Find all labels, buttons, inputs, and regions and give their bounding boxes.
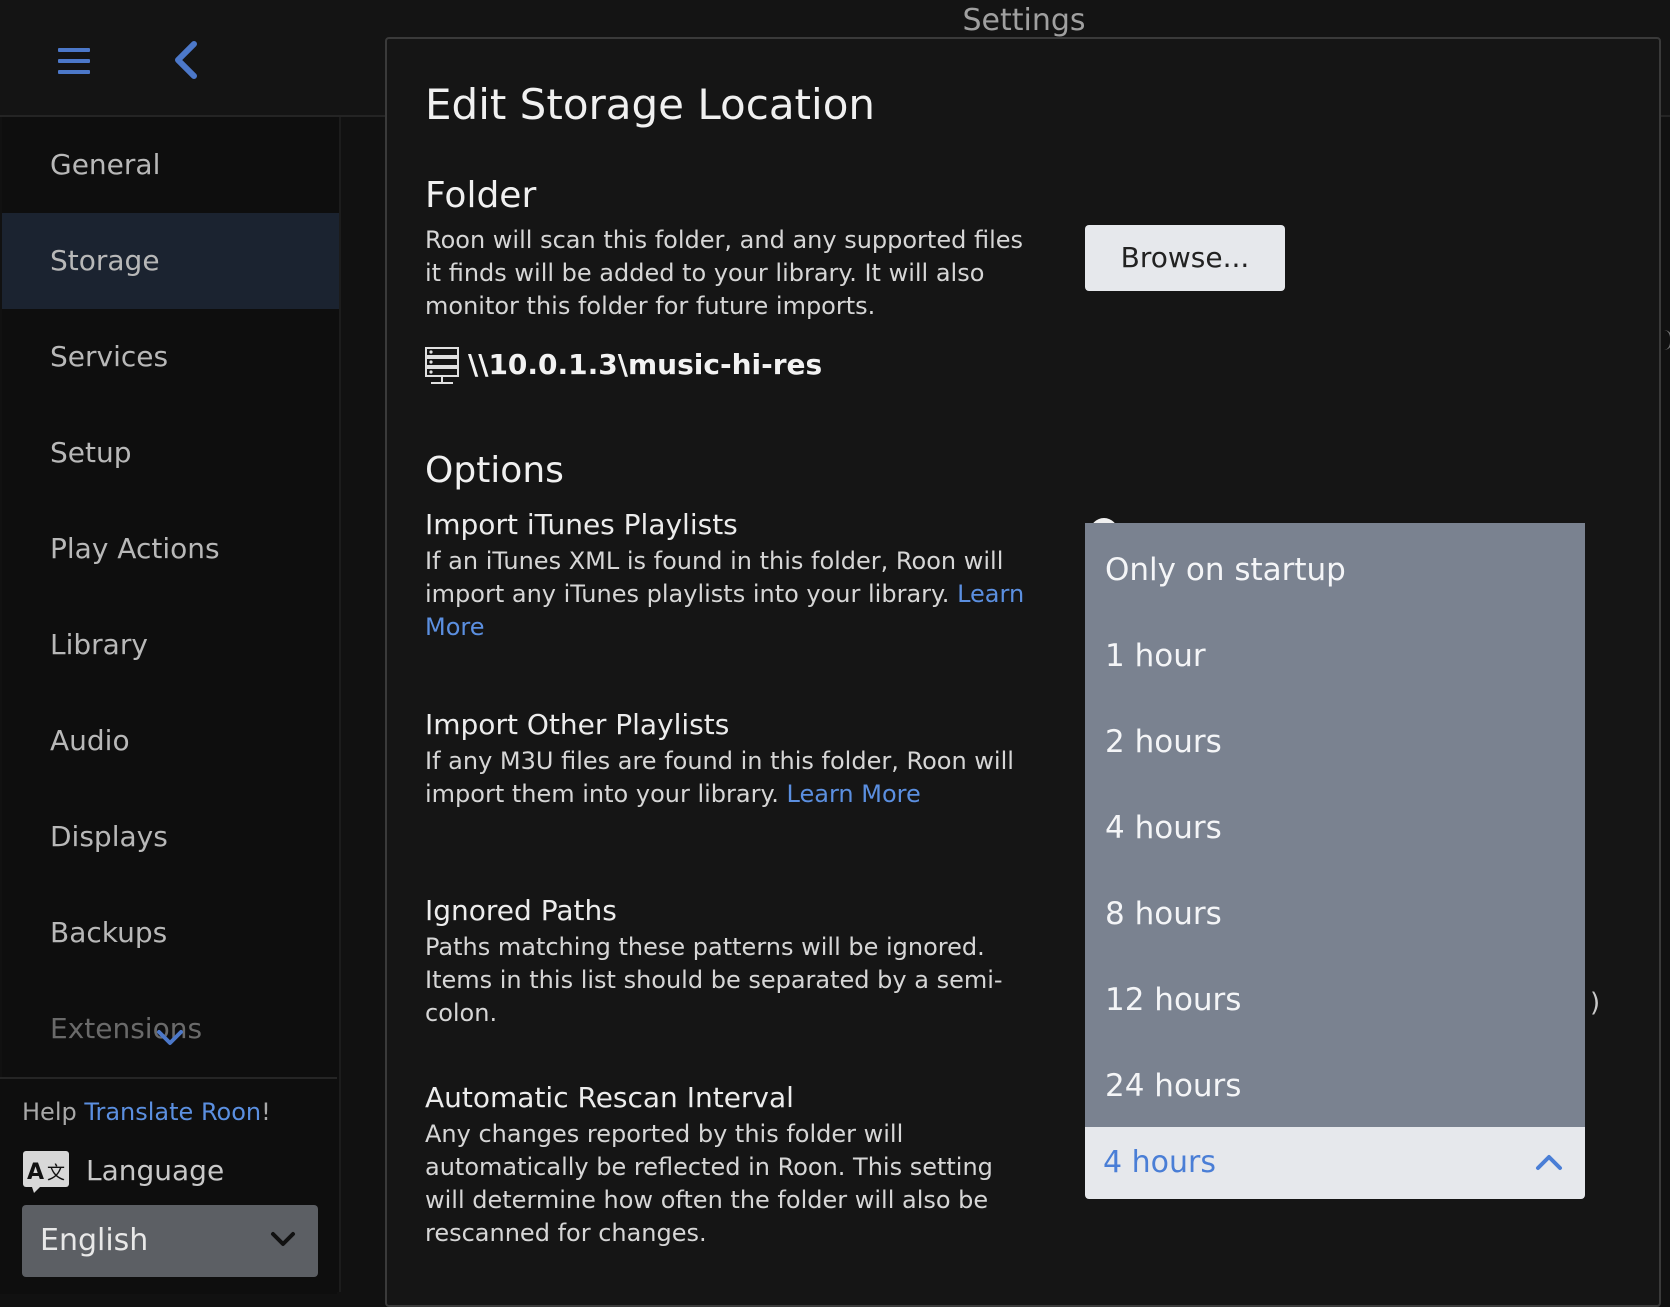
- other-playlists-description: If any M3U files are found in this folde…: [425, 747, 1014, 808]
- sidebar-item-backups[interactable]: Backups: [2, 885, 339, 981]
- browse-button[interactable]: Browse...: [1085, 225, 1285, 291]
- ignored-paths-field-edge: ): [1590, 988, 1601, 1018]
- sidebar-item-storage[interactable]: Storage: [2, 213, 339, 309]
- chevron-down-icon: [271, 1232, 295, 1246]
- svg-text:A: A: [27, 1160, 44, 1185]
- options-heading: Options: [425, 450, 564, 491]
- help-translate-line: Help Translate Roon!: [22, 1098, 271, 1126]
- sidebar-item-displays[interactable]: Displays: [2, 789, 339, 885]
- itunes-playlists-title: Import iTunes Playlists: [425, 508, 738, 541]
- chevron-up-icon: [1536, 1155, 1562, 1170]
- rescan-interval-dropdown-menu: Only on startup 1 hour 2 hours 4 hours 8…: [1085, 523, 1585, 1127]
- sidebar-item-play-actions[interactable]: Play Actions: [2, 501, 339, 597]
- folder-path: \\10.0.1.3\music-hi-res: [468, 348, 823, 381]
- rescan-interval-select[interactable]: 4 hours: [1085, 1127, 1585, 1199]
- server-icon: [425, 347, 459, 385]
- rescan-interval-title: Automatic Rescan Interval: [425, 1081, 794, 1114]
- hamburger-icon[interactable]: [58, 48, 90, 74]
- folder-description: Roon will scan this folder, and any supp…: [425, 226, 1024, 320]
- svg-text:文: 文: [47, 1163, 65, 1184]
- sidebar-item-library[interactable]: Library: [2, 597, 339, 693]
- rescan-option-2-hours[interactable]: 2 hours: [1105, 724, 1222, 760]
- sidebar-item-general[interactable]: General: [2, 117, 339, 213]
- rescan-option-24-hours[interactable]: 24 hours: [1105, 1068, 1241, 1104]
- rescan-interval-description: Any changes reported by this folder will…: [425, 1120, 993, 1247]
- folder-heading: Folder: [425, 175, 537, 216]
- window-title: Settings: [962, 3, 1086, 38]
- language-icon: A 文: [22, 1150, 70, 1194]
- sidebar-item-audio[interactable]: Audio: [2, 693, 339, 789]
- chevron-down-icon[interactable]: [155, 1028, 185, 1048]
- other-playlists-title: Import Other Playlists: [425, 708, 730, 741]
- language-select-value: English: [40, 1223, 149, 1258]
- translate-roon-link[interactable]: Translate Roon: [84, 1098, 261, 1126]
- back-icon[interactable]: [168, 40, 204, 80]
- ignored-paths-title: Ignored Paths: [425, 894, 617, 927]
- sidebar-item-services[interactable]: Services: [2, 309, 339, 405]
- rescan-option-startup[interactable]: Only on startup: [1105, 552, 1346, 588]
- rescan-interval-selected-value: 4 hours: [1103, 1145, 1216, 1180]
- other-learn-more-link[interactable]: Learn More: [787, 780, 921, 808]
- rescan-option-4-hours[interactable]: 4 hours: [1105, 810, 1222, 846]
- itunes-playlists-description: If an iTunes XML is found in this folder…: [425, 547, 1025, 641]
- dialog-title: Edit Storage Location: [425, 80, 876, 129]
- language-select[interactable]: English: [22, 1205, 318, 1277]
- ignored-paths-description: Paths matching these patterns will be ig…: [425, 933, 1003, 1027]
- rescan-option-12-hours[interactable]: 12 hours: [1105, 982, 1241, 1018]
- scrollbar-edge: [1664, 330, 1670, 350]
- sidebar-item-setup[interactable]: Setup: [2, 405, 339, 501]
- rescan-option-8-hours[interactable]: 8 hours: [1105, 896, 1222, 932]
- rescan-option-1-hour[interactable]: 1 hour: [1105, 638, 1206, 674]
- language-label: Language: [86, 1154, 225, 1187]
